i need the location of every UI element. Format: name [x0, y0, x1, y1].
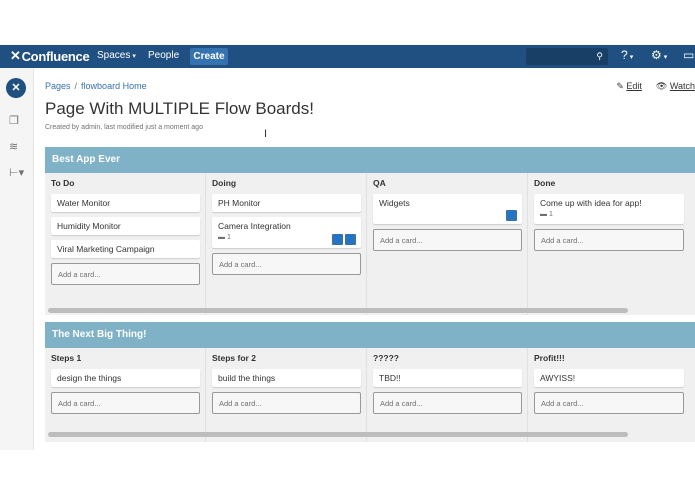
app-name: Confluence — [21, 48, 90, 64]
board-columns: To Do Water Monitor Humidity Monitor Vir… — [45, 173, 695, 315]
confluence-logo[interactable]: ✕ Confluence — [10, 48, 90, 64]
add-card-input[interactable]: Add a card... — [534, 392, 684, 414]
settings-menu[interactable]: ⚙ ▾ — [651, 48, 667, 62]
add-card-input[interactable]: Add a card... — [534, 229, 684, 251]
spaces-menu[interactable]: Spaces ▾ — [97, 50, 136, 61]
flowboard-best-app-ever: Best App Ever To Do Water Monitor Humidi… — [45, 147, 695, 315]
edit-button[interactable]: ✎ Edit — [616, 81, 642, 92]
card-awyiss[interactable]: AWYISS! — [534, 369, 684, 387]
column-title: QA — [373, 178, 386, 188]
text-cursor-icon: I — [264, 128, 268, 140]
search-icon: ⚲ — [596, 51, 603, 61]
people-link[interactable]: People — [148, 50, 179, 61]
breadcrumb-flowboard-home[interactable]: flowboard Home — [81, 81, 147, 91]
column-title: To Do — [51, 178, 75, 188]
add-card-input[interactable]: Add a card... — [51, 263, 200, 285]
card-come-up-with-idea[interactable]: Come up with idea for app! ▬ 1 — [534, 194, 684, 224]
column-doing: Doing PH Monitor Camera Integration ▬ 1 … — [206, 173, 367, 315]
card-avatars: 👤 👤 — [332, 234, 356, 245]
add-card-input[interactable]: Add a card... — [373, 229, 522, 251]
column-title: Steps for 2 — [212, 353, 256, 363]
board-title: Best App Ever — [45, 147, 695, 173]
column-to-do: To Do Water Monitor Humidity Monitor Vir… — [45, 173, 206, 315]
column-steps-for-2: Steps for 2 build the things Add a card.… — [206, 348, 367, 442]
avatar[interactable]: 👤 — [332, 234, 343, 245]
card-design-the-things[interactable]: design the things — [51, 369, 200, 387]
card-avatars: 👤 — [506, 210, 517, 221]
board-columns: Steps 1 design the things Add a card... … — [45, 348, 695, 442]
space-logo-icon[interactable]: ✕ — [6, 78, 26, 98]
column-question-marks: ????? TBD!! Add a card... — [367, 348, 528, 442]
column-done: Done Come up with idea for app! ▬ 1 Add … — [528, 173, 689, 315]
card-ph-monitor[interactable]: PH Monitor — [212, 194, 361, 212]
comment-icon: ▬ — [540, 211, 549, 218]
page-byline: Created by admin, last modified just a m… — [45, 124, 203, 131]
avatar[interactable]: 👤 — [506, 210, 517, 221]
rss-feed-icon[interactable]: ≋ — [9, 140, 18, 153]
chevron-down-icon: ▾ — [663, 54, 668, 61]
chevron-down-icon: ▾ — [132, 53, 136, 60]
pencil-icon: ✎ — [616, 81, 627, 91]
card-humidity-monitor[interactable]: Humidity Monitor — [51, 217, 200, 235]
confluence-x-icon: ✕ — [10, 48, 21, 63]
column-title: Steps 1 — [51, 353, 82, 363]
top-navbar: ✕ Confluence Spaces ▾ People Create ⚲ ? ▾ … — [0, 45, 695, 68]
card-tbd[interactable]: TBD!! — [373, 369, 522, 387]
add-card-input[interactable]: Add a card... — [51, 392, 200, 414]
card-build-the-things[interactable]: build the things — [212, 369, 361, 387]
column-steps-1: Steps 1 design the things Add a card... — [45, 348, 206, 442]
create-button[interactable]: Create — [190, 48, 228, 65]
card-camera-integration[interactable]: Camera Integration ▬ 1 👤 👤 — [212, 217, 361, 248]
eye-icon: 👁 — [655, 81, 670, 91]
watch-button[interactable]: 👁 Watch — [656, 81, 695, 92]
help-menu[interactable]: ? ▾ — [621, 48, 633, 62]
card-water-monitor[interactable]: Water Monitor — [51, 194, 200, 212]
horizontal-scrollbar[interactable] — [48, 308, 628, 313]
card-widgets[interactable]: Widgets 👤 — [373, 194, 522, 224]
column-title: Profit!!! — [534, 353, 565, 363]
column-title: Done — [534, 178, 556, 188]
flowboard-next-big-thing: The Next Big Thing! Steps 1 design the t… — [45, 322, 695, 442]
search-input[interactable]: ⚲ — [526, 48, 608, 65]
notifications-icon[interactable]: ▭ — [683, 48, 694, 62]
avatar[interactable]: 👤 — [345, 234, 356, 245]
breadcrumb-pages[interactable]: Pages — [45, 81, 71, 91]
chevron-down-icon: ▾ — [629, 54, 634, 61]
column-title: ????? — [373, 353, 399, 363]
page-actions: ✎ Edit 👁 Watch — [616, 81, 695, 92]
add-card-input[interactable]: Add a card... — [373, 392, 522, 414]
page-tree-icon[interactable]: ⊢▾ — [9, 166, 24, 179]
breadcrumb: Pages / flowboard Home — [45, 81, 147, 91]
space-sidebar: ✕ ❐ ≋ ⊢▾ — [0, 68, 34, 450]
help-icon: ? — [621, 48, 628, 62]
add-card-input[interactable]: Add a card... — [212, 392, 361, 414]
add-card-input[interactable]: Add a card... — [212, 253, 361, 275]
gear-icon: ⚙ — [651, 48, 662, 62]
column-title: Doing — [212, 178, 237, 188]
column-profit: Profit!!! AWYISS! Add a card... — [528, 348, 689, 442]
horizontal-scrollbar[interactable] — [48, 432, 628, 437]
comment-icon: ▬ — [218, 234, 227, 241]
board-title: The Next Big Thing! — [45, 322, 695, 348]
comment-count: ▬ 1 — [540, 211, 553, 218]
page-title: Page With MULTIPLE Flow Boards! — [45, 99, 314, 118]
pages-icon[interactable]: ❐ — [9, 114, 19, 127]
column-qa: QA Widgets 👤 Add a card... — [367, 173, 528, 315]
card-viral-marketing[interactable]: Viral Marketing Campaign — [51, 240, 200, 258]
